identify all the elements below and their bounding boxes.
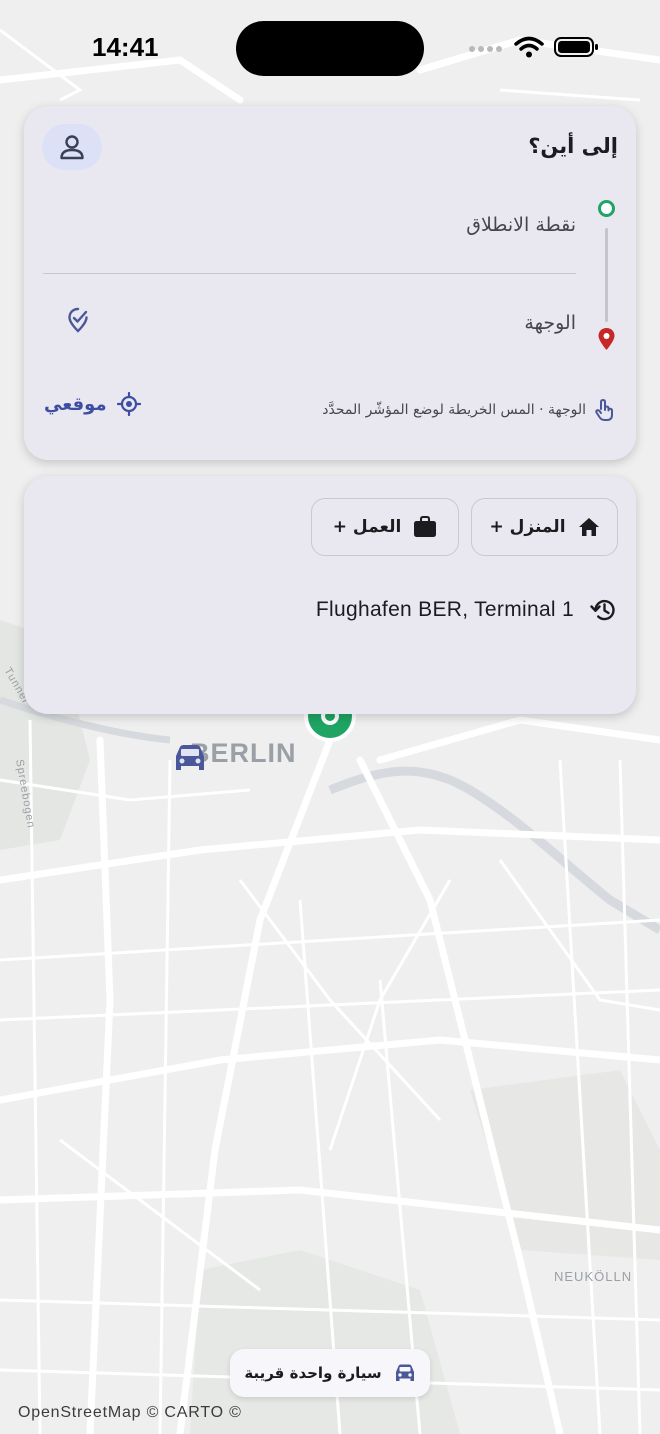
status-time: 14:41 [92,32,159,62]
add-work-button[interactable]: العمل + [311,498,459,556]
car-icon [395,1364,414,1381]
home-chip-label: المنزل + [489,517,566,537]
briefcase-icon [414,516,437,537]
profile-button[interactable] [42,124,102,170]
status-bar: 14:41 [0,0,660,96]
touch-icon [595,399,613,421]
quick-places-card: المنزل + العمل + Flughafen BER, Terminal… [24,476,636,714]
search-card: إلى أين؟ نقطة الانطلاق الوجهة الوجهة · ا… [24,106,636,460]
card-title: إلى أين؟ [528,134,618,158]
work-chip-label: العمل + [332,517,402,537]
map-attribution[interactable]: OpenStreetMap © CARTO © [18,1404,242,1422]
crosshair-icon [116,392,141,416]
route-line [605,228,608,322]
origin-field[interactable]: نقطة الانطلاق [466,214,576,236]
battery-icon [554,37,598,57]
map-hint: الوجهة · المس الخريطة لوضع المؤشّر المحد… [322,398,614,422]
history-icon [590,599,615,621]
hint-text: الوجهة · المس الخريطة لوضع المؤشّر المحد… [322,402,586,418]
home-icon [578,518,599,536]
person-icon [60,135,84,160]
nearby-cars-label: سيارة واحدة قريبة [244,1364,382,1382]
my-location-label: موقعي [44,393,107,415]
dynamic-island [236,21,424,76]
wifi-icon [514,36,544,58]
recent-place-item[interactable]: Flughafen BER, Terminal 1 [316,596,618,624]
nearby-cars-badge: سيارة واحدة قريبة [230,1349,430,1397]
origin-dot-icon [598,200,615,217]
status-icons [468,36,600,58]
location-pin-icon [598,328,615,350]
add-home-button[interactable]: المنزل + [471,498,618,556]
map-city-label: BERLIN [190,738,297,768]
recent-place-label: Flughafen BER, Terminal 1 [315,598,574,621]
map-pin-check-icon[interactable] [64,306,92,334]
field-divider [43,273,576,274]
map-district-label: NEUKÖLLN [554,1269,632,1284]
my-location-button[interactable]: موقعي [44,392,141,416]
destination-field[interactable]: الوجهة [524,312,576,334]
cellular-signal-icon [469,46,502,52]
